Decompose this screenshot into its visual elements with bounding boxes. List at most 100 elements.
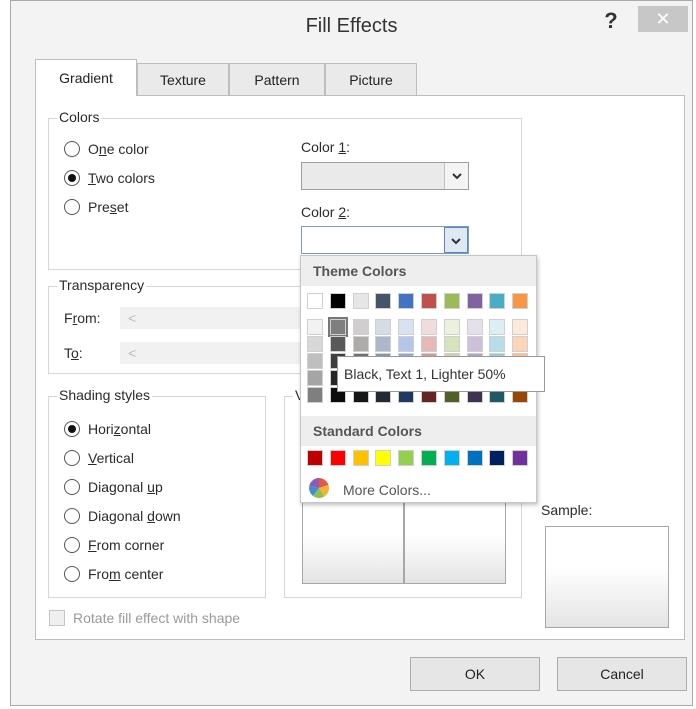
radio-from-center-label: From center <box>88 566 164 582</box>
transparency-group-label: Transparency <box>57 277 147 293</box>
variant-swatch-1[interactable] <box>302 502 404 584</box>
theme-color-swatch[interactable] <box>307 293 323 309</box>
radio-circle-selected <box>64 170 80 186</box>
standard-color-swatch[interactable] <box>421 450 437 466</box>
shading-styles-label: Shading styles <box>57 387 153 403</box>
standard-color-swatch[interactable] <box>466 450 483 466</box>
radio-from-corner[interactable]: From corner <box>64 537 164 553</box>
standard-color-swatch[interactable] <box>512 450 529 466</box>
standard-color-swatch[interactable] <box>489 450 506 466</box>
theme-color-shade-swatch[interactable] <box>352 319 369 335</box>
radio-horizontal-label: Horizontal <box>88 421 152 437</box>
variant-swatch-2[interactable] <box>404 502 506 584</box>
cancel-button[interactable]: Cancel <box>557 657 687 691</box>
theme-color-swatch[interactable] <box>443 293 460 309</box>
color-wheel-icon <box>309 478 329 501</box>
color2-dropdown[interactable] <box>301 226 469 254</box>
radio-diagonal-down[interactable]: Diagonal down <box>64 508 181 524</box>
more-colors-button[interactable]: More Colors... <box>309 478 431 501</box>
rotate-fill-checkbox[interactable]: Rotate fill effect with shape <box>49 610 240 626</box>
chevron-down-icon[interactable] <box>444 163 468 189</box>
radio-diagonal-up[interactable]: Diagonal up <box>64 479 163 495</box>
theme-color-shade-swatch[interactable] <box>512 336 529 352</box>
standard-color-swatch[interactable] <box>307 450 323 466</box>
theme-color-swatch[interactable] <box>421 293 437 309</box>
radio-circle <box>64 566 80 582</box>
theme-color-swatch[interactable] <box>329 293 346 309</box>
theme-color-shade-swatch[interactable] <box>327 317 348 337</box>
radio-circle <box>64 537 80 553</box>
tab-texture[interactable]: Texture <box>137 63 229 95</box>
tab-picture[interactable]: Picture <box>325 63 417 95</box>
radio-one-color[interactable]: One color <box>64 141 149 157</box>
theme-color-swatch[interactable] <box>352 293 369 309</box>
radio-circle <box>64 479 80 495</box>
theme-color-shade-swatch[interactable] <box>307 353 323 369</box>
help-button[interactable]: ? <box>596 7 626 35</box>
to-slider[interactable]: < <box>120 342 300 364</box>
close-button[interactable]: ✕ <box>638 6 688 32</box>
theme-color-shade-swatch[interactable] <box>307 387 323 403</box>
color1-label: Color 1: <box>301 139 351 155</box>
color2-label: Color 2: <box>301 204 351 220</box>
rotate-fill-label: Rotate fill effect with shape <box>73 610 241 626</box>
standard-colors-header: Standard Colors <box>301 416 536 446</box>
standard-color-swatch[interactable] <box>443 450 460 466</box>
theme-color-shade-swatch[interactable] <box>329 336 346 352</box>
theme-color-shade-swatch[interactable] <box>489 319 506 335</box>
colors-group-label: Colors <box>57 109 102 125</box>
theme-color-shade-swatch[interactable] <box>443 336 460 352</box>
standard-color-swatch[interactable] <box>398 450 415 466</box>
to-label: To: <box>64 345 83 361</box>
radio-two-colors[interactable]: Two colors <box>64 170 155 186</box>
title-bar: Fill Effects ? ✕ <box>11 1 692 53</box>
standard-color-swatch[interactable] <box>352 450 369 466</box>
radio-horizontal[interactable]: Horizontal <box>64 421 151 437</box>
theme-color-shade-swatch[interactable] <box>466 319 483 335</box>
theme-color-shade-swatch[interactable] <box>375 319 392 335</box>
ok-button[interactable]: OK <box>410 657 540 691</box>
chevron-down-icon[interactable] <box>444 227 468 253</box>
theme-color-shade-swatch[interactable] <box>352 336 369 352</box>
theme-color-swatch[interactable] <box>375 293 392 309</box>
from-label: From: <box>64 310 101 326</box>
theme-color-swatch[interactable] <box>512 293 529 309</box>
radio-vertical-label: Vertical <box>88 450 134 466</box>
sample-preview <box>545 526 669 628</box>
standard-color-swatch[interactable] <box>329 450 346 466</box>
radio-preset-label: Preset <box>88 199 129 215</box>
radio-circle-selected <box>64 421 80 437</box>
dialog-title: Fill Effects <box>305 15 398 37</box>
theme-color-swatch[interactable] <box>398 293 415 309</box>
theme-color-shade-swatch[interactable] <box>512 319 529 335</box>
theme-colors-header: Theme Colors <box>301 256 536 286</box>
theme-color-shade-swatch[interactable] <box>421 319 437 335</box>
color1-dropdown[interactable] <box>301 162 469 190</box>
theme-color-shade-swatch[interactable] <box>398 336 415 352</box>
radio-from-corner-label: From corner <box>88 537 165 553</box>
from-slider[interactable]: < <box>120 307 300 329</box>
radio-diagonal-up-label: Diagonal up <box>88 479 163 495</box>
radio-from-center[interactable]: From center <box>64 566 163 582</box>
radio-circle <box>64 508 80 524</box>
theme-color-shade-swatch[interactable] <box>307 319 323 335</box>
theme-color-shade-swatch[interactable] <box>375 336 392 352</box>
sample-label: Sample: <box>541 502 593 518</box>
radio-circle <box>64 450 80 466</box>
theme-color-swatch[interactable] <box>466 293 483 309</box>
theme-color-shade-swatch[interactable] <box>443 319 460 335</box>
theme-color-shade-swatch[interactable] <box>466 336 483 352</box>
radio-preset[interactable]: Preset <box>64 199 128 215</box>
radio-vertical[interactable]: Vertical <box>64 450 134 466</box>
theme-color-swatch[interactable] <box>489 293 506 309</box>
standard-color-swatch[interactable] <box>375 450 392 466</box>
theme-color-shade-swatch[interactable] <box>398 319 415 335</box>
theme-color-shade-swatch[interactable] <box>307 336 323 352</box>
tab-gradient[interactable]: Gradient <box>35 59 137 96</box>
theme-color-shade-swatch[interactable] <box>421 336 437 352</box>
theme-color-shade-swatch[interactable] <box>307 370 323 386</box>
radio-one-color-label: One color <box>88 141 149 157</box>
radio-circle <box>64 199 80 215</box>
theme-color-shade-swatch[interactable] <box>489 336 506 352</box>
tab-pattern[interactable]: Pattern <box>229 63 325 95</box>
